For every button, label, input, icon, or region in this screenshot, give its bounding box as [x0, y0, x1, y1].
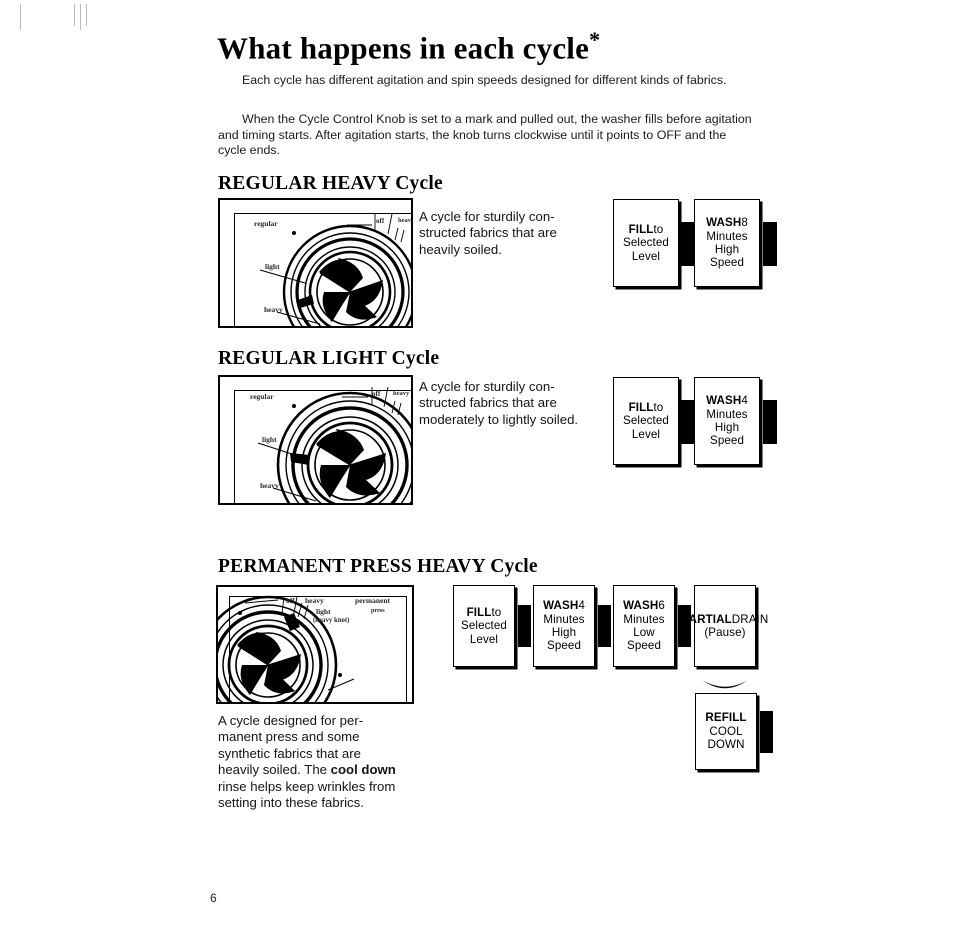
- flow-box-content: PARTIALDRAIN (Pause): [682, 613, 769, 640]
- arrow-right-icon: [681, 222, 695, 266]
- flow-box-title: WASH: [706, 394, 742, 408]
- knob-label-regular: regular: [250, 392, 274, 401]
- section-heading-permanent-press: PERMANENT PRESS HEAVY Cycle: [218, 556, 538, 577]
- page-number: 6: [210, 891, 217, 905]
- flow-box-content: WASH4 Minutes High Speed: [543, 599, 585, 653]
- desc-part-2: rinse helps keep wrinkles from setting i…: [218, 778, 396, 811]
- flow-box-title: WASH: [706, 216, 742, 230]
- flow-box-wash: WASH4 Minutes High Speed: [694, 377, 760, 465]
- flow-box-partial-drain: PARTIALDRAIN (Pause): [682, 585, 768, 667]
- flow-box-lines: COOL DOWN: [707, 724, 745, 752]
- scan-artifact: [74, 4, 75, 26]
- flow-box-wash: WASH8 Minutes High Speed: [694, 199, 760, 287]
- scan-artifact: [86, 4, 87, 26]
- arrow-right-icon: [763, 222, 777, 266]
- flow-box-fill: FILLto Selected Level: [613, 199, 679, 287]
- knob-label-off: off: [372, 390, 381, 398]
- arrow-right-icon: [598, 605, 611, 647]
- flow-box-content: WASH8 Minutes High Speed: [706, 216, 748, 270]
- section-heading-regular-heavy: REGULAR HEAVY Cycle: [218, 173, 443, 194]
- flow-box-title: WASH: [543, 599, 579, 613]
- arrow-down-icon: [702, 680, 748, 689]
- scan-artifact: [80, 4, 81, 30]
- flow-box-content: FILLto Selected Level: [623, 401, 669, 441]
- knob-label-heavy: heavy: [305, 596, 324, 605]
- knob-label-heavy-top: heavy: [398, 217, 413, 224]
- knob-label-off: off: [286, 596, 295, 605]
- section-description-permanent-press: A cycle designed for per-manent press an…: [218, 713, 403, 811]
- flow-box-title: WASH: [623, 599, 659, 613]
- flow-box-wash-6min: WASH6 Minutes Low Speed: [613, 585, 675, 667]
- arrow-right-icon: [681, 400, 695, 444]
- flow-box-fill: FILLto Selected Level: [613, 377, 679, 465]
- knob-label-permanent: permanent: [355, 596, 390, 605]
- knob-label-heavy: heavy: [264, 305, 283, 314]
- desc-bold-cool-down: cool down: [330, 762, 396, 778]
- intro-paragraph-2: When the Cycle Control Knob is set to a …: [218, 112, 752, 158]
- section-description-regular-light: A cycle for sturdily con-structed fabric…: [419, 379, 579, 427]
- knob-label-light: light: [262, 435, 277, 444]
- flow-box-refill-cool-down: REFILL COOL DOWN: [695, 693, 757, 770]
- knob-label-regular: regular: [254, 219, 278, 228]
- intro-paragraph-1: Each cycle has different agitation and s…: [242, 73, 727, 87]
- flow-box-content: WASH6 Minutes Low Speed: [623, 599, 665, 653]
- knob-label-heavy-knot: (heavy knot): [313, 617, 350, 624]
- knob-drawing: [257, 386, 411, 503]
- arrow-right-icon: [763, 400, 777, 444]
- knob-illustration-permanent-press: off heavy light (heavy knot) permanent p…: [216, 585, 414, 704]
- flow-box-title: FILL: [628, 222, 654, 236]
- knob-label-off: off: [376, 217, 385, 225]
- knob-label-light: light: [265, 262, 280, 271]
- section-heading-regular-light: REGULAR LIGHT Cycle: [218, 348, 440, 369]
- document-page: What happens in each cycle* Each cycle h…: [0, 0, 954, 933]
- flow-box-content: WASH4 Minutes High Speed: [706, 394, 748, 448]
- flow-box-title: PARTIAL: [681, 612, 732, 626]
- title-asterisk: *: [589, 27, 601, 52]
- arrow-right-icon: [760, 711, 773, 753]
- flow-box-content: FILLto Selected Level: [461, 606, 507, 646]
- flow-box-title: REFILL: [705, 711, 747, 725]
- scan-artifact: [20, 4, 21, 30]
- page-title: What happens in each cycle*: [217, 27, 600, 66]
- flow-box-wash-4min: WASH4 Minutes High Speed: [533, 585, 595, 667]
- section-description-regular-heavy: A cycle for sturdily con-structed fabric…: [419, 209, 557, 257]
- flow-box-title: FILL: [466, 605, 492, 619]
- flow-box-fill: FILLto Selected Level: [453, 585, 515, 667]
- flow-box-title: FILL: [628, 400, 654, 414]
- arrow-right-icon: [518, 605, 531, 647]
- knob-label-heavy: heavy: [260, 481, 279, 490]
- knob-illustration-regular-heavy: regular off heavy light heavy: [218, 198, 413, 328]
- page-title-text: What happens in each cycle: [217, 30, 590, 66]
- knob-label-light: light: [316, 607, 331, 616]
- knob-label-press: press: [371, 607, 385, 614]
- knob-illustration-regular-light: regular off heavy light heavy: [218, 375, 413, 505]
- knob-label-heavy-top: heavy: [393, 390, 410, 397]
- flow-box-content: REFILL COOL DOWN: [705, 711, 746, 751]
- flow-box-content: FILLto Selected Level: [623, 223, 669, 263]
